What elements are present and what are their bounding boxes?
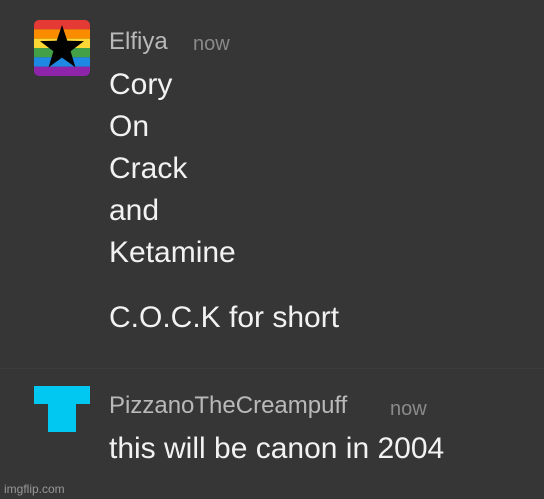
cyan-t-shape-avatar-icon[interactable] bbox=[34, 386, 90, 432]
message-line: Crack bbox=[109, 152, 188, 185]
message-line: On bbox=[109, 110, 150, 143]
message-line: Ketamine bbox=[109, 236, 236, 269]
author-name[interactable]: PizzanoTheCreampuff bbox=[109, 392, 347, 420]
message-line: C.O.C.K for short bbox=[109, 301, 340, 334]
message-line: and bbox=[109, 194, 160, 227]
chat-view: Elfiya now Cory On Crack and Ketamine C.… bbox=[0, 0, 544, 499]
rainbow-star-avatar-svg bbox=[34, 20, 90, 76]
message-line: Cory bbox=[109, 68, 173, 101]
message-divider bbox=[0, 368, 544, 369]
rainbow-star-avatar-icon[interactable] bbox=[34, 20, 90, 76]
watermark-text: imgflip.com bbox=[4, 482, 65, 496]
timestamp: now bbox=[390, 398, 427, 420]
cyan-t-shape-avatar-svg bbox=[34, 386, 90, 432]
author-name[interactable]: Elfiya bbox=[109, 28, 168, 56]
timestamp: now bbox=[193, 33, 230, 55]
message-line: this will be canon in 2004 bbox=[109, 432, 445, 465]
message-2: PizzanoTheCreampuff now this will be can… bbox=[0, 370, 544, 480]
message-1: Elfiya now Cory On Crack and Ketamine C.… bbox=[0, 0, 544, 360]
